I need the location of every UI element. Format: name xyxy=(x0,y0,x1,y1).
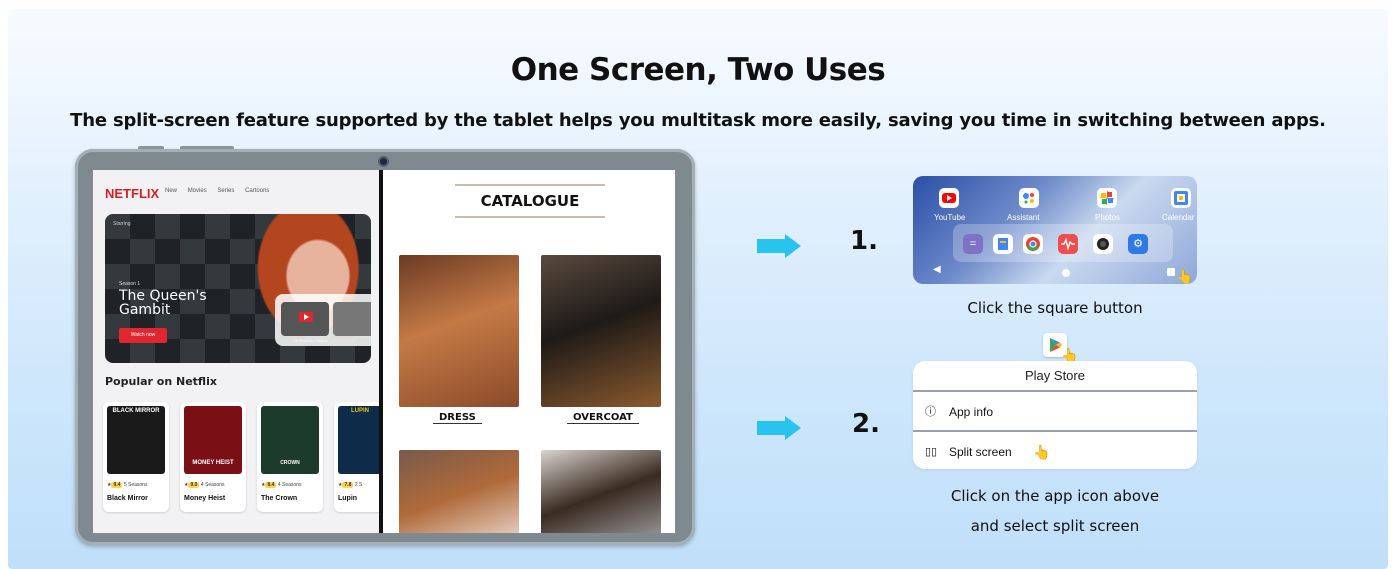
files-icon[interactable] xyxy=(993,234,1013,254)
home-button[interactable] xyxy=(1062,269,1070,277)
rating: ★ 9.4 5 Seasons xyxy=(107,482,148,488)
step1-caption: Click the square button xyxy=(967,299,1143,317)
card-title: Money Heist xyxy=(184,495,226,502)
play-icon xyxy=(299,312,313,322)
poster-image xyxy=(107,406,165,474)
page-title: One Screen, Two Uses xyxy=(510,52,886,88)
dress-photo[interactable] xyxy=(399,255,519,407)
app-label: YouTube xyxy=(934,213,966,222)
overcoat-caption[interactable]: OVERCOAT xyxy=(567,412,639,424)
poster-text: BLACK MIRROR xyxy=(112,408,160,414)
catalogue-pane[interactable]: CATALOGUE DRESS OVERCOAT xyxy=(383,170,675,533)
app-label: Calendar xyxy=(1162,213,1195,222)
dress-caption[interactable]: DRESS xyxy=(433,412,482,424)
overcoat-photo[interactable] xyxy=(541,255,661,407)
poster-text: CROWN xyxy=(280,460,300,466)
poster-image xyxy=(338,406,382,474)
nav-item-movies[interactable]: Movies xyxy=(188,188,207,194)
page-subtitle: The split-screen feature supported by th… xyxy=(70,110,1326,131)
arrow-right-icon xyxy=(757,416,801,440)
menu-header: Play Store xyxy=(913,361,1197,392)
camera-icon xyxy=(380,158,387,165)
step-number: 1. xyxy=(850,226,878,256)
catalogue-photo[interactable] xyxy=(541,450,661,533)
recorder-icon[interactable] xyxy=(1058,234,1078,254)
title-card[interactable]: MONEY HEIST ★ 9.0 4 Seasons Money Heist xyxy=(180,402,246,512)
app-label: Photos xyxy=(1095,213,1120,222)
assistant-icon[interactable] xyxy=(1019,188,1039,208)
app-label: Assistant xyxy=(1007,213,1040,222)
tablet-screen: NETFLIX New Movies Series Cartoons Starr… xyxy=(93,170,675,533)
hand-pointer-icon: 👆 xyxy=(1176,268,1194,284)
step2-caption-line1: Click on the app icon above xyxy=(950,487,1160,505)
episode-thumbnails[interactable]: 4. Doubled Pawns xyxy=(275,294,371,346)
app-dock: = ⚙ xyxy=(953,224,1173,262)
hand-pointer-icon: 👆 xyxy=(1033,444,1051,460)
title-card[interactable]: LUPIN ★ 7.8 2 S Lupin xyxy=(334,402,384,512)
menu-icon[interactable]: = xyxy=(963,234,983,254)
nav-item-series[interactable]: Series xyxy=(217,188,234,194)
hero-season: Season 1 xyxy=(119,281,141,287)
card-title: Lupin xyxy=(338,495,358,502)
watch-now-button[interactable]: Watch now xyxy=(119,328,167,343)
step2-caption-line2: and select split screen xyxy=(970,517,1140,535)
app-context-menu: Play Store ⓘ App info ▯▯ Split screen 👆 xyxy=(913,361,1197,469)
back-icon[interactable]: ◀ xyxy=(933,264,941,275)
catalogue-photo[interactable] xyxy=(399,450,519,533)
rating: ★ 9.0 4 Seasons xyxy=(184,482,225,488)
episode-thumbnail[interactable]: 4. Doubled Pawns xyxy=(281,302,329,343)
nav-item-new[interactable]: New xyxy=(165,188,177,194)
rating: ★ 8.4 4 Seasons xyxy=(261,482,302,488)
nav-item-cartoons[interactable]: Cartoons xyxy=(245,188,269,194)
youtube-icon[interactable] xyxy=(939,188,959,208)
title-card[interactable]: CROWN ★ 8.4 4 Seasons The Crown xyxy=(257,402,323,512)
hero-starring: Starring xyxy=(113,221,131,227)
popular-heading: Popular on Netflix xyxy=(105,375,217,388)
netflix-logo[interactable]: NETFLIX xyxy=(105,186,159,201)
settings-icon[interactable]: ⚙ xyxy=(1128,234,1148,254)
menu-item-label: Split screen xyxy=(949,445,1012,459)
menu-item-split-screen[interactable]: ▯▯ Split screen 👆 xyxy=(913,434,1197,469)
catalogue-title: CATALOGUE xyxy=(455,184,605,218)
episode-thumbnail[interactable] xyxy=(333,302,371,336)
step-number: 2. xyxy=(852,409,880,439)
netflix-nav: New Movies Series Cartoons xyxy=(165,188,278,194)
square-button[interactable] xyxy=(1167,268,1175,276)
info-icon: ⓘ xyxy=(925,406,936,418)
card-title: The Crown xyxy=(261,495,298,502)
poster-text: MONEY HEIST xyxy=(192,460,234,466)
home-screen-screenshot: YouTube Assistant Photos Calendar = ⚙ ◀ … xyxy=(913,176,1197,284)
arrow-right-icon xyxy=(757,234,801,258)
title-card[interactable]: BLACK MIRROR ★ 9.4 5 Seasons Black Mirror xyxy=(103,402,169,512)
rating: ★ 7.8 2 S xyxy=(338,482,363,488)
hero-title: The Queen's Gambit xyxy=(119,288,207,318)
camera-app-icon[interactable] xyxy=(1093,234,1113,254)
netflix-pane[interactable]: NETFLIX New Movies Series Cartoons Starr… xyxy=(93,170,384,533)
calendar-icon[interactable] xyxy=(1171,188,1191,208)
episode-label: 4. Doubled Pawns xyxy=(295,338,328,343)
poster-text: LUPIN xyxy=(351,408,369,414)
chrome-icon[interactable] xyxy=(1023,234,1043,254)
split-screen-icon: ▯▯ xyxy=(925,446,938,458)
photos-icon[interactable] xyxy=(1097,188,1117,208)
menu-item-label: App info xyxy=(949,405,994,419)
card-title: Black Mirror xyxy=(107,495,148,502)
hero-banner[interactable]: Starring Season 1 The Queen's Gambit Wat… xyxy=(105,214,371,363)
menu-item-app-info[interactable]: ⓘ App info xyxy=(913,394,1197,432)
